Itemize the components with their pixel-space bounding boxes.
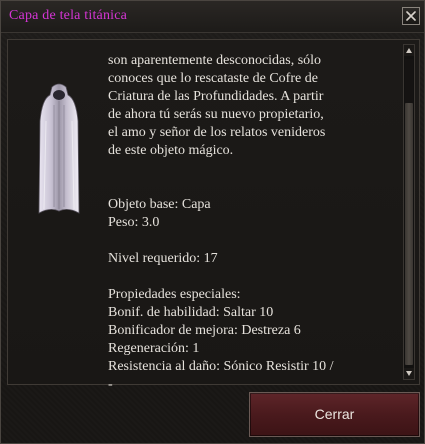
description-line: son aparentemente desconocidas, sólo [108,53,322,68]
property-line: Regeneración: 1 [108,341,200,356]
window-title: Capa de tela titánica [9,8,128,23]
arrow-down-icon [406,371,412,376]
item-description: son aparentemente desconocidas, sólo con… [108,52,398,394]
close-button[interactable]: Cerrar [249,392,420,437]
required-level: Nivel requerido: 17 [108,251,218,266]
property-line: Bonificador de mejora: Destreza 6 [108,323,301,338]
window-close-button[interactable] [402,7,420,25]
description-line: conoces que lo rescataste de Cofre de [108,71,318,86]
description-line: el amo y señor de los relatos venideros [108,125,326,140]
close-button-label: Cerrar [314,406,355,422]
description-line: Criatura de las Profundidades. A partir [108,89,324,104]
description-line: de ahora tú serás su nuevo propietario, [108,107,324,122]
scroll-up-button[interactable] [404,45,414,56]
properties-heading: Propiedades especiales: [108,287,241,302]
cloak-icon [38,83,80,214]
item-weight: Peso: 3.0 [108,215,160,230]
scroll-down-button[interactable] [404,368,414,379]
property-line: Bonif. de habilidad: Saltar 10 [108,305,274,320]
close-icon [406,11,416,21]
description-panel: son aparentemente desconocidas, sólo con… [7,39,420,392]
scroll-thumb[interactable] [405,103,413,365]
property-line: Resistencia al daño: Sónico Resistir 10 … [108,359,334,374]
arrow-up-icon [406,48,412,53]
base-item: Objeto base: Capa [108,197,211,212]
item-examine-window: Capa de tela titánica son aparentemente … [0,0,425,444]
description-line: de este objeto mágico. [108,143,234,158]
vertical-scrollbar[interactable] [403,44,415,380]
title-bar: Capa de tela titánica [1,1,424,33]
